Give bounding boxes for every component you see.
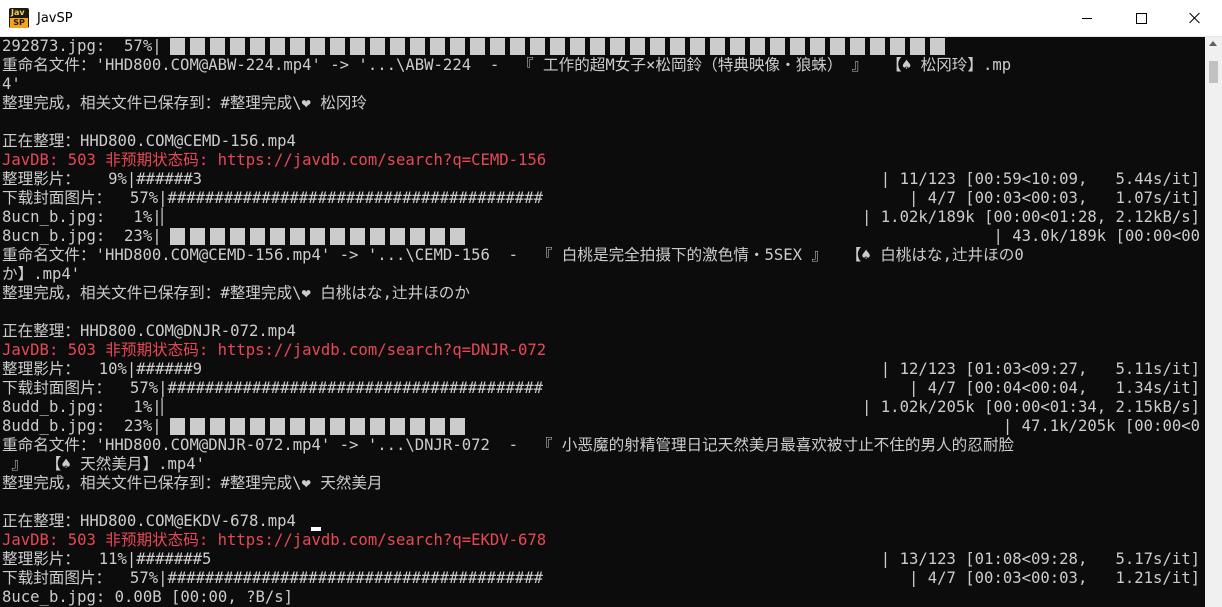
console-line: 整理完成，相关文件已保存到：#整理完成\❤ 白桃はな,辻井ほのか <box>2 284 470 302</box>
console-line: か】.mp4' <box>2 265 81 283</box>
progress-stats: | 43.0k/189k [00:00<00 <box>993 227 1200 245</box>
console-line: 下载封面图片： 57%|############################… <box>2 569 544 587</box>
progress-stats: | 1.02k/205k [00:00<01:34, 2.15kB/s] <box>862 398 1200 416</box>
console-line: 重命名文件：'HHD800.COM@DNJR-072.mp4' -> '...\… <box>2 436 1015 454</box>
progress-stats: | 4/7 [00:04<00:04, 1.34s/it] <box>908 379 1200 397</box>
console-line: 8ucn_b.jpg: 23%| <box>2 227 162 245</box>
console-line: 』 【♠ 天然美月】.mp4' <box>2 455 206 473</box>
maximize-icon <box>1135 12 1147 24</box>
console-line: 8ucn_b.jpg: 1%|▏ <box>2 208 171 226</box>
console-line: 整理影片： 10%|######9 <box>2 360 203 378</box>
maximize-button[interactable] <box>1114 0 1168 36</box>
close-button[interactable] <box>1168 0 1222 36</box>
javsp-app-icon[interactable]: Jav SP <box>9 8 29 28</box>
progress-bar-blocks <box>170 38 950 55</box>
console-line: 下载封面图片： 57%|############################… <box>2 379 544 397</box>
terminal-window: Jav SP JavSP 292873.jpg: 57%| 重命名文件：'HHD8… <box>0 0 1222 607</box>
progress-stats: | 47.1k/205k [00:00<0 <box>1002 417 1200 435</box>
close-icon <box>1189 12 1201 24</box>
text-cursor <box>311 527 321 531</box>
minimize-icon <box>1082 17 1092 19</box>
window-controls <box>1060 0 1222 36</box>
console-line: 8uce_b.jpg: 0.00B [00:00, ?B/s] <box>2 588 294 606</box>
vertical-scrollbar[interactable] <box>1205 37 1222 607</box>
console-line: 8udd_b.jpg: 1%|▏ <box>2 398 171 416</box>
console-line: 整理完成，相关文件已保存到：#整理完成\❤ 天然美月 <box>2 474 383 492</box>
console-line: 正在整理：HHD800.COM@CEMD-156.mp4 <box>2 132 296 150</box>
progress-stats: | 4/7 [00:03<00:03, 1.21s/it] <box>908 569 1200 587</box>
console-line: 下载封面图片： 57%|############################… <box>2 189 544 207</box>
progress-stats: | 11/123 [00:59<10:09, 5.44s/it] <box>880 170 1200 188</box>
scroll-up-icon[interactable] <box>1209 41 1217 46</box>
console-line: 4' <box>2 75 21 93</box>
console-line: 正在整理：HHD800.COM@EKDV-678.mp4 <box>2 512 296 530</box>
scrollbar-thumb[interactable] <box>1209 61 1218 83</box>
error-line: JavDB: 503 非预期状态码: https://javdb.com/sea… <box>2 531 547 549</box>
title-bar[interactable]: Jav SP JavSP <box>0 0 1222 37</box>
progress-stats: | 13/123 [01:08<09:28, 5.17s/it] <box>880 550 1200 568</box>
console-line: 292873.jpg: 57%| <box>2 37 162 55</box>
console-line: 整理影片： 11%|#######5 <box>2 550 212 568</box>
minimize-button[interactable] <box>1060 0 1114 36</box>
console-output[interactable]: 292873.jpg: 57%| 重命名文件：'HHD800.COM@ABW-2… <box>0 37 1204 607</box>
progress-stats: | 12/123 [01:03<09:27, 5.11s/it] <box>880 360 1200 378</box>
console-line: 重命名文件：'HHD800.COM@ABW-224.mp4' -> '...\A… <box>2 56 1012 74</box>
console-line: 整理影片： 9%|######3 <box>2 170 203 188</box>
console-line: 整理完成，相关文件已保存到：#整理完成\❤ 松冈玲 <box>2 94 368 112</box>
window-title: JavSP <box>37 10 73 26</box>
progress-stats: | 1.02k/189k [00:00<01:28, 2.12kB/s] <box>862 208 1200 226</box>
error-line: JavDB: 503 非预期状态码: https://javdb.com/sea… <box>2 341 547 359</box>
console-line: 重命名文件：'HHD800.COM@CEMD-156.mp4' -> '...\… <box>2 246 1024 264</box>
progress-bar-blocks <box>170 418 470 435</box>
progress-stats: | 4/7 [00:03<00:03, 1.07s/it] <box>908 189 1200 207</box>
progress-bar-blocks <box>170 228 470 245</box>
error-line: JavDB: 503 非预期状态码: https://javdb.com/sea… <box>2 151 547 169</box>
console-line: 8udd_b.jpg: 23%| <box>2 417 162 435</box>
console-line: 正在整理：HHD800.COM@DNJR-072.mp4 <box>2 322 296 340</box>
